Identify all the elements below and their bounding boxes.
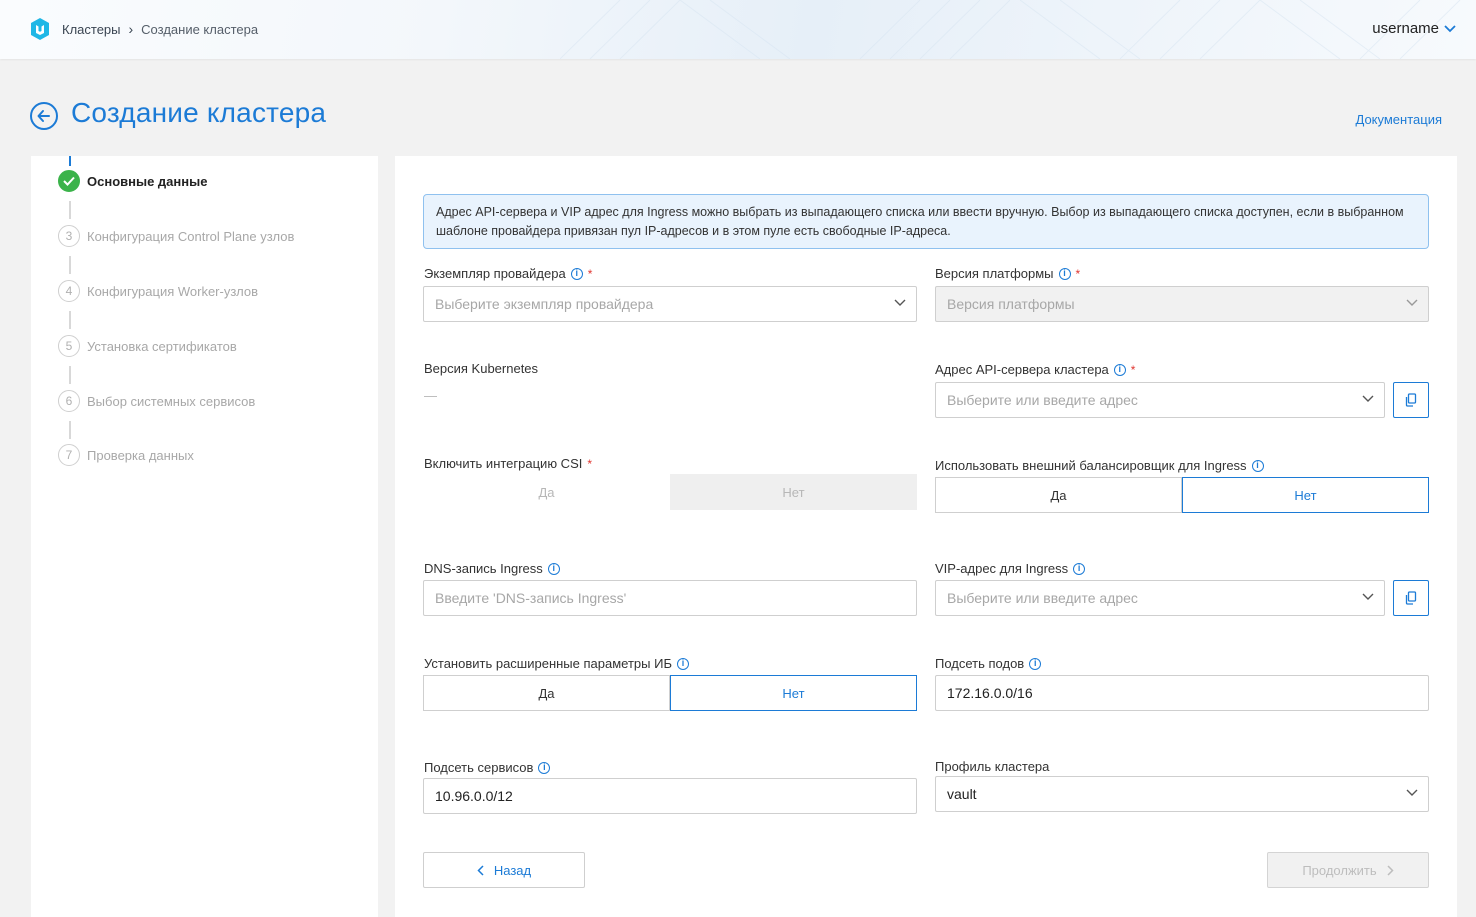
csi-integration-toggle: Да Нет xyxy=(423,474,917,510)
arrow-left-icon xyxy=(37,110,50,122)
provider-instance-select[interactable]: Выберите экземпляр провайдера xyxy=(423,286,917,322)
stepper-connector xyxy=(69,421,71,439)
csi-yes-option: Да xyxy=(423,474,670,510)
step-worker-nodes[interactable]: 4 Конфигурация Worker-узлов xyxy=(58,280,258,302)
stepper-connector xyxy=(69,156,71,166)
chevron-left-icon xyxy=(477,864,484,876)
platform-version-label: Версия платформы i * xyxy=(935,266,1081,281)
top-bar: Кластеры › Создание кластера username xyxy=(0,0,1476,59)
breadcrumb: Кластеры › Создание кластера xyxy=(62,21,258,37)
security-params-toggle[interactable]: Да Нет xyxy=(423,675,917,711)
step-system-services[interactable]: 6 Выбор системных сервисов xyxy=(58,390,255,412)
stepper-connector xyxy=(69,256,71,274)
dns-ingress-input[interactable]: Введите 'DNS-запись Ingress' xyxy=(423,580,917,616)
chevron-down-icon xyxy=(1362,593,1374,600)
service-subnet-label: Подсеть сервисов i xyxy=(424,760,551,775)
cluster-profile-select[interactable]: vault xyxy=(935,776,1429,812)
back-button[interactable]: Назад xyxy=(423,852,585,888)
step-label: Конфигурация Worker-узлов xyxy=(87,283,259,299)
stepper-connector xyxy=(69,201,71,219)
dns-ingress-label: DNS-запись Ingress i xyxy=(424,561,560,576)
external-lb-yes-option[interactable]: Да xyxy=(935,477,1182,513)
info-icon[interactable]: i xyxy=(538,761,551,774)
main-form-panel: Адрес API-сервера и VIP адрес для Ingres… xyxy=(395,156,1457,917)
back-arrow-button[interactable] xyxy=(30,102,58,130)
back-button-label: Назад xyxy=(493,862,532,878)
app-logo-icon[interactable] xyxy=(29,17,51,41)
page-title: Создание кластера xyxy=(71,97,327,128)
stepper-connector xyxy=(69,311,71,329)
chevron-down-icon xyxy=(1406,789,1418,796)
copy-api-address-button[interactable] xyxy=(1393,382,1429,418)
step-certificates[interactable]: 5 Установка сертификатов xyxy=(58,335,237,357)
info-icon[interactable]: i xyxy=(1029,657,1042,670)
step-number: 5 xyxy=(58,335,80,357)
info-icon[interactable]: i xyxy=(676,657,689,670)
step-label: Установка сертификатов xyxy=(87,338,237,354)
step-basic-data[interactable]: Основные данные xyxy=(58,170,207,192)
external-lb-toggle[interactable]: Да Нет xyxy=(935,477,1429,513)
info-icon[interactable]: i xyxy=(1058,267,1071,280)
info-banner: Адрес API-сервера и VIP адрес для Ingres… xyxy=(423,194,1429,249)
pod-subnet-input[interactable]: 172.16.0.0/16 xyxy=(935,675,1429,711)
breadcrumb-separator-icon: › xyxy=(128,21,134,37)
step-control-plane[interactable]: 3 Конфигурация Control Plane узлов xyxy=(58,225,294,247)
step-number: 6 xyxy=(58,390,80,412)
header-background-pattern xyxy=(560,0,1461,59)
documentation-link[interactable]: Документация xyxy=(1356,112,1443,127)
vip-ingress-combobox[interactable]: Выберите или введите адрес xyxy=(935,580,1385,616)
platform-version-select: Версия платформы xyxy=(935,286,1429,322)
csi-integration-label: Включить интеграцию CSI * xyxy=(424,456,593,471)
continue-button[interactable]: Продолжить xyxy=(1267,852,1429,888)
provider-instance-label: Экземпляр провайдера i * xyxy=(424,266,593,281)
step-number: 3 xyxy=(58,225,80,247)
username-label: username xyxy=(1372,20,1439,37)
kubernetes-version-label: Версия Kubernetes xyxy=(424,361,539,376)
api-server-address-label: Адрес API-сервера кластера i * xyxy=(935,362,1136,377)
info-icon[interactable]: i xyxy=(1073,562,1086,575)
step-review[interactable]: 7 Проверка данных xyxy=(58,444,194,466)
chevron-down-icon xyxy=(894,299,906,306)
step-label: Проверка данных xyxy=(87,447,194,463)
continue-button-label: Продолжить xyxy=(1302,862,1377,878)
step-number: 7 xyxy=(58,444,80,466)
step-label: Выбор системных сервисов xyxy=(87,393,256,409)
check-icon xyxy=(58,170,80,192)
info-icon[interactable]: i xyxy=(570,267,583,280)
breadcrumb-clusters-link[interactable]: Кластеры xyxy=(62,22,121,37)
breadcrumb-current: Создание кластера xyxy=(141,21,259,37)
security-no-option[interactable]: Нет xyxy=(670,675,917,711)
kubernetes-version-value: — xyxy=(424,388,437,403)
api-server-address-combobox[interactable]: Выберите или введите адрес xyxy=(935,382,1385,418)
copy-icon xyxy=(1405,393,1417,407)
chevron-down-icon xyxy=(1362,395,1374,402)
stepper-sidebar: Основные данные 3 Конфигурация Control P… xyxy=(31,156,378,917)
chevron-right-icon xyxy=(1387,864,1394,876)
external-lb-no-option[interactable]: Нет xyxy=(1182,477,1429,513)
stepper-connector xyxy=(69,366,71,384)
service-subnet-input[interactable]: 10.96.0.0/12 xyxy=(423,778,917,814)
security-yes-option[interactable]: Да xyxy=(423,675,670,711)
info-icon[interactable]: i xyxy=(547,562,560,575)
copy-vip-address-button[interactable] xyxy=(1393,580,1429,616)
copy-icon xyxy=(1405,591,1417,605)
security-params-label: Установить расширенные параметры ИБ i xyxy=(424,656,689,671)
external-lb-label: Использовать внешний балансировщик для I… xyxy=(935,458,1264,473)
pod-subnet-label: Подсеть подов i xyxy=(935,656,1042,671)
step-label: Основные данные xyxy=(87,173,208,189)
user-menu[interactable]: username xyxy=(1372,20,1456,37)
csi-no-option: Нет xyxy=(670,474,917,510)
chevron-down-icon xyxy=(1444,25,1456,33)
step-label: Конфигурация Control Plane узлов xyxy=(87,228,295,244)
info-icon[interactable]: i xyxy=(1113,363,1126,376)
vip-ingress-label: VIP-адрес для Ingress i xyxy=(935,561,1086,576)
step-number: 4 xyxy=(58,280,80,302)
chevron-down-icon xyxy=(1406,299,1418,306)
cluster-profile-label: Профиль кластера xyxy=(935,759,1050,774)
info-icon[interactable]: i xyxy=(1251,459,1264,472)
